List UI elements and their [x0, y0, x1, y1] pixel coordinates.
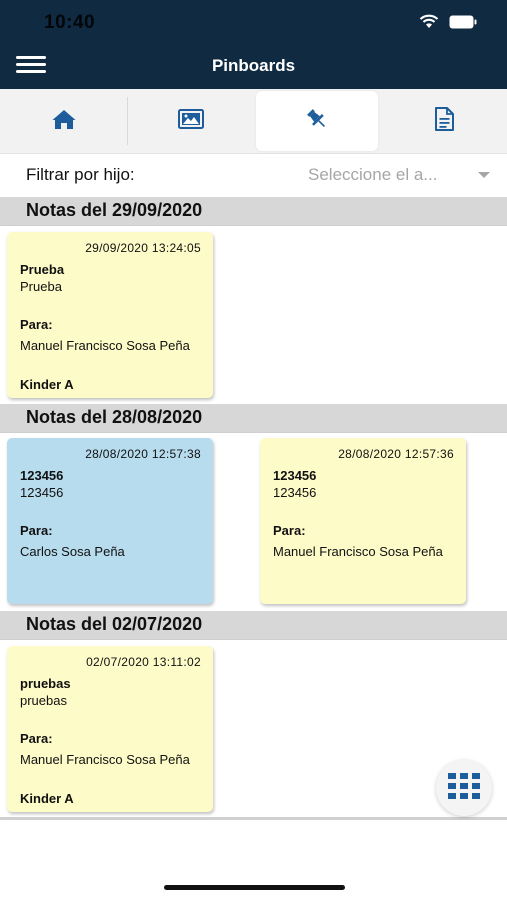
section-header: Notas del 02/07/2020 [0, 611, 507, 640]
document-icon [433, 106, 455, 136]
battery-icon [449, 15, 477, 29]
list-end-divider [0, 817, 507, 820]
child-filter-select[interactable]: Seleccione el a... [300, 161, 496, 189]
note-para-label: Para: [20, 523, 53, 538]
filter-label: Filtrar por hijo: [26, 165, 135, 184]
status-icons [419, 14, 477, 29]
note-card[interactable]: 29/09/2020 13:24:05 Prueba Prueba Para: … [7, 232, 213, 398]
tab-pinboards[interactable] [256, 91, 378, 151]
note-recipient: Carlos Sosa Peña [20, 544, 125, 559]
note-para-label: Para: [20, 317, 53, 332]
note-card[interactable]: 02/07/2020 13:11:02 pruebas pruebas Para… [7, 646, 213, 812]
tab-home[interactable] [0, 89, 127, 153]
section-heading: Notas del 28/08/2020 [26, 407, 203, 427]
note-para-label: Para: [20, 731, 53, 746]
section-heading: Notas del 29/09/2020 [26, 200, 203, 220]
section-header: Notas del 28/08/2020 [0, 404, 507, 433]
note-para-label: Para: [273, 523, 306, 538]
app-header: 10:40 Pinboards [0, 0, 507, 89]
home-indicator [164, 885, 345, 890]
section-header: Notas del 29/09/2020 [0, 197, 507, 226]
wifi-icon [419, 14, 439, 29]
note-group: Kinder A [20, 377, 74, 392]
section-heading: Notas del 02/07/2020 [26, 614, 203, 634]
note-date: 28/08/2020 12:57:38 [85, 447, 201, 461]
grid-menu-button[interactable] [436, 760, 492, 816]
note-title: pruebas [20, 676, 71, 691]
note-recipient: Manuel Francisco Sosa Peña [273, 544, 443, 559]
note-group: Kinder A [20, 791, 74, 806]
home-icon [51, 108, 77, 135]
tab-gallery[interactable] [128, 89, 254, 153]
status-time: 10:40 [44, 12, 96, 33]
note-title: Prueba [20, 262, 65, 277]
note-title: 123456 [273, 468, 317, 483]
note-date: 02/07/2020 13:11:02 [86, 655, 201, 669]
note-recipient: Manuel Francisco Sosa Peña [20, 752, 190, 767]
filter-placeholder: Seleccione el a... [308, 165, 438, 184]
note-body: 123456 [273, 485, 317, 500]
note-title: 123456 [20, 468, 64, 483]
note-date: 28/08/2020 12:57:36 [338, 447, 454, 461]
note-card[interactable]: 28/08/2020 12:57:38 123456 123456 Para: … [7, 438, 213, 604]
note-body: Prueba [20, 279, 62, 294]
tab-bar [0, 89, 507, 154]
tab-documents[interactable] [380, 89, 507, 153]
note-card[interactable]: 28/08/2020 12:57:36 123456 123456 Para: … [260, 438, 466, 604]
page-title: Pinboards [211, 56, 296, 75]
pin-icon [304, 106, 330, 137]
grid-icon [448, 772, 480, 804]
note-date: 29/09/2020 13:24:05 [85, 241, 201, 255]
note-recipient: Manuel Francisco Sosa Peña [20, 338, 190, 353]
note-body: 123456 [20, 485, 64, 500]
note-body: pruebas [20, 693, 67, 708]
filter-row: Filtrar por hijo: Seleccione el a... [0, 153, 507, 197]
image-icon [178, 108, 204, 134]
dropdown-caret-icon [478, 172, 490, 178]
